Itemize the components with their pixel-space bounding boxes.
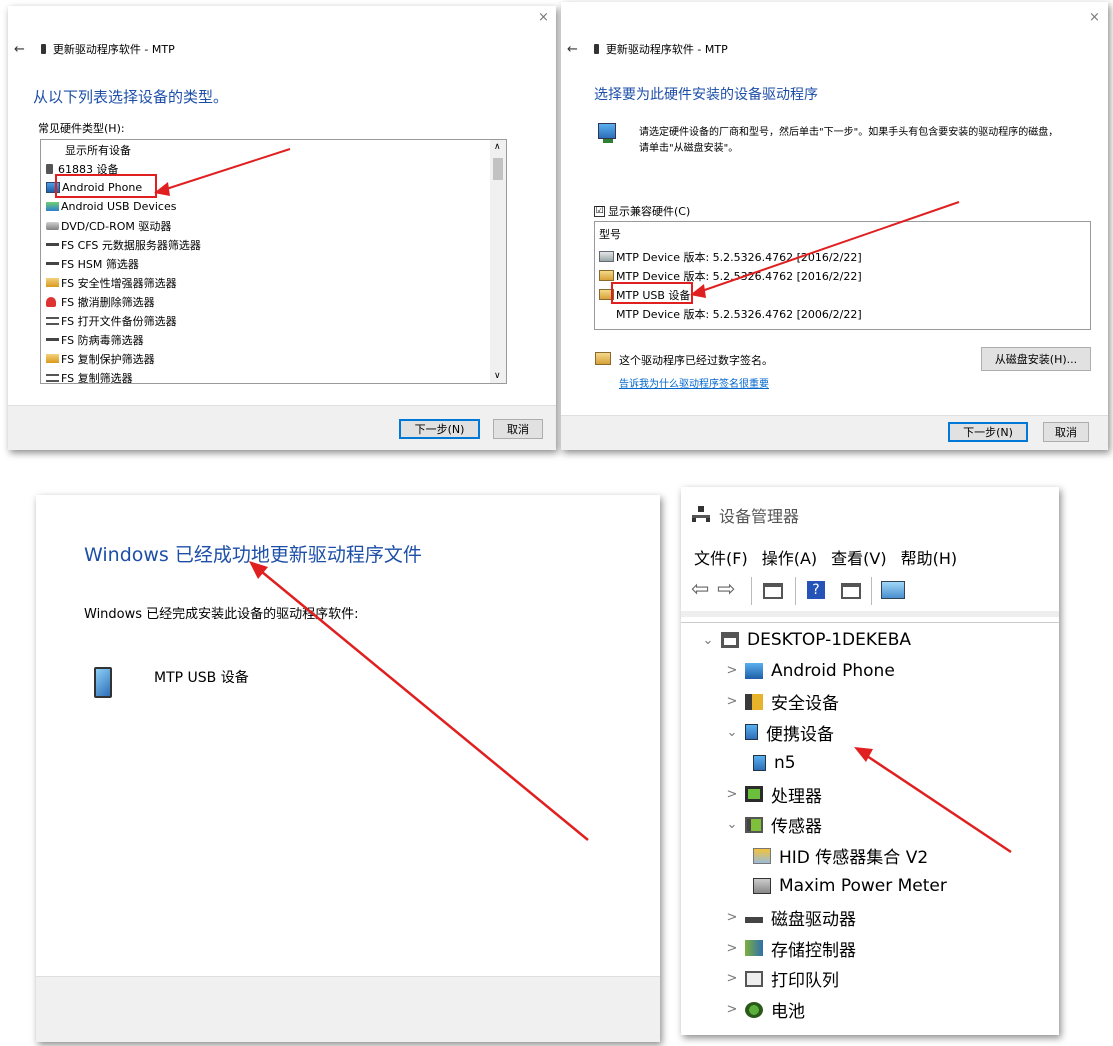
update-driver-wizard-type: × ← 更新驱动程序软件 - MTP 从以下列表选择设备的类型。 常见硬件类型(… <box>8 6 556 450</box>
signed-driver-text: 这个驱动程序已经过数字签名。 <box>619 354 773 367</box>
button-bar: 下一步(N) 取消 <box>561 415 1108 450</box>
annotation-arrow <box>154 148 291 196</box>
update-success-dialog: Windows 已经成功地更新驱动程序文件 Windows 已经完成安装此设备的… <box>36 495 660 1042</box>
cancel-button[interactable]: 取消 <box>493 419 543 439</box>
next-button[interactable]: 下一步(N) <box>399 419 480 439</box>
button-bar <box>36 976 660 1042</box>
annotation-arrow <box>854 747 1012 854</box>
driver-signing-link[interactable]: 告诉我为什么驱动程序签名很重要 <box>619 375 769 390</box>
button-bar: 下一步(N) 取消 <box>8 405 556 450</box>
signed-driver-icon <box>595 352 611 365</box>
annotation-arrow <box>249 561 589 841</box>
have-disk-button[interactable]: 从磁盘安装(H)... <box>981 347 1091 371</box>
device-manager-window: 设备管理器 文件(F) 操作(A) 查看(V) 帮助(H) ⇦ ⇨ ? ⌄ DES… <box>681 487 1059 1035</box>
update-driver-wizard-select: × ← 更新驱动程序软件 - MTP 选择要为此硬件安装的设备驱动程序 请选定硬… <box>561 2 1108 450</box>
cancel-button[interactable]: 取消 <box>1043 422 1089 442</box>
next-button[interactable]: 下一步(N) <box>948 422 1028 442</box>
